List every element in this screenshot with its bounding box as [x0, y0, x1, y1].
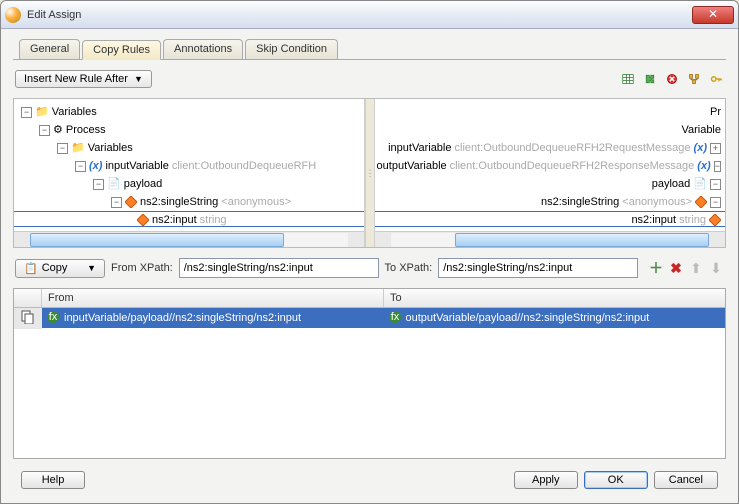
variable-icon: (x): [89, 157, 102, 175]
expand-toggle[interactable]: −: [39, 125, 50, 136]
svg-text:fx: fx: [49, 311, 58, 323]
help-button[interactable]: Help: [21, 471, 85, 489]
mapping-panel: −📁Variables −⚙Process −📁Variables −(x)in…: [13, 98, 726, 248]
expand-toggle[interactable]: −: [710, 197, 721, 208]
remove-rule-icon[interactable]: ✖: [668, 260, 684, 276]
source-leaf-ns2-input[interactable]: ns2:input: [152, 211, 197, 229]
col-to[interactable]: To: [384, 289, 725, 307]
insert-rule-dropdown[interactable]: Insert New Rule After ▼: [15, 70, 152, 88]
target-leaf-ns2-input[interactable]: ns2:input: [631, 211, 676, 229]
xpath-icon: fx: [388, 310, 402, 327]
element-icon: [695, 196, 707, 208]
element-icon: [125, 196, 137, 208]
insert-rule-label: Insert New Rule After: [24, 73, 128, 85]
expand-toggle[interactable]: +: [710, 143, 721, 154]
app-icon: [5, 7, 21, 23]
move-down-icon[interactable]: ⬇: [708, 260, 724, 276]
edit-assign-dialog: Edit Assign ✕ General Copy Rules Annotat…: [0, 0, 739, 504]
svg-text:fx: fx: [390, 311, 399, 323]
window-title: Edit Assign: [27, 9, 692, 21]
copy-doc-icon: 📋: [24, 262, 38, 275]
target-tree[interactable]: Pr Variable inputVariable client:Outboun…: [375, 99, 725, 247]
from-xpath-input[interactable]: [179, 258, 379, 278]
folder-icon: 📁: [71, 139, 85, 157]
tab-general[interactable]: General: [19, 39, 80, 59]
col-from[interactable]: From: [42, 289, 384, 307]
xpath-icon: fx: [46, 310, 60, 327]
element-icon: [709, 214, 721, 226]
rules-table: From To fxinputVariable/payload//ns2:sin…: [13, 288, 726, 459]
ok-button[interactable]: OK: [584, 471, 648, 489]
variable-icon: (x): [694, 139, 707, 157]
expand-toggle[interactable]: −: [714, 161, 721, 172]
chevron-down-icon: ▼: [87, 263, 96, 273]
folder-icon: 📁: [35, 103, 49, 121]
titlebar[interactable]: Edit Assign ✕: [1, 1, 738, 29]
apply-button[interactable]: Apply: [514, 471, 578, 489]
copy-rule-icon: [21, 310, 35, 327]
tab-copy-rules[interactable]: Copy Rules: [82, 40, 161, 60]
copy-mode-dropdown[interactable]: 📋 Copy ▼: [15, 259, 105, 278]
table-row[interactable]: fxinputVariable/payload//ns2:singleStrin…: [14, 308, 725, 328]
spreadsheet-icon[interactable]: [620, 71, 636, 87]
tab-bar: General Copy Rules Annotations Skip Cond…: [13, 39, 726, 60]
message-icon: 📄: [693, 175, 707, 193]
move-up-icon[interactable]: ⬆: [688, 260, 704, 276]
add-rule-icon[interactable]: ＋: [648, 260, 664, 276]
tab-skip-condition[interactable]: Skip Condition: [245, 39, 338, 59]
expand-toggle[interactable]: −: [21, 107, 32, 118]
process-icon: ⚙: [53, 121, 63, 139]
delete-icon[interactable]: [664, 71, 680, 87]
splitter[interactable]: ⋮: [365, 99, 375, 247]
variable-icon: (x): [697, 157, 710, 175]
to-xpath-input[interactable]: [438, 258, 638, 278]
chevron-down-icon: ▼: [134, 74, 143, 84]
close-button[interactable]: ✕: [692, 6, 734, 24]
element-icon: [137, 214, 149, 226]
expand-toggle[interactable]: −: [93, 179, 104, 190]
expand-toggle[interactable]: −: [75, 161, 86, 172]
expand-toggle[interactable]: −: [710, 179, 721, 190]
expand-toggle[interactable]: −: [57, 143, 68, 154]
key-icon[interactable]: [708, 71, 724, 87]
cancel-button[interactable]: Cancel: [654, 471, 718, 489]
tab-annotations[interactable]: Annotations: [163, 39, 243, 59]
message-icon: 📄: [107, 175, 121, 193]
puzzle-icon[interactable]: [642, 71, 658, 87]
from-xpath-label: From XPath:: [111, 262, 173, 274]
arrange-icon[interactable]: [686, 71, 702, 87]
to-xpath-label: To XPath:: [385, 262, 433, 274]
expand-toggle[interactable]: −: [111, 197, 122, 208]
source-tree[interactable]: −📁Variables −⚙Process −📁Variables −(x)in…: [14, 99, 365, 247]
